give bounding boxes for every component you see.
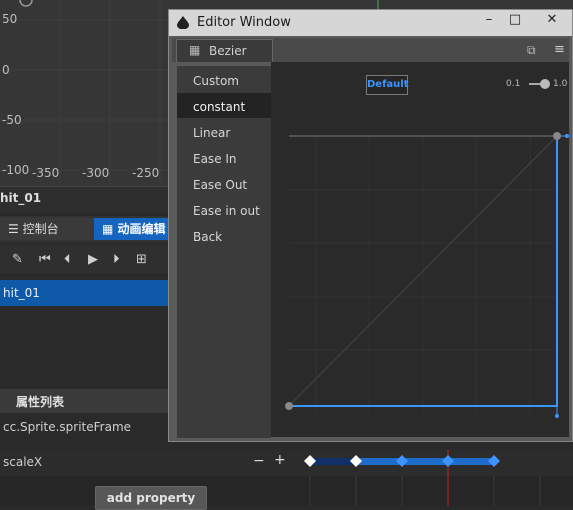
popout-icon[interactable]: ⧉	[527, 43, 536, 58]
control-point[interactable]	[555, 414, 559, 418]
timeline[interactable]	[302, 450, 573, 506]
keyframe-segment	[310, 458, 356, 465]
zoom-min-label: 0.1	[506, 79, 521, 89]
menu-item-constant[interactable]: constant	[193, 100, 245, 114]
keyframe-diamond[interactable]	[350, 455, 362, 467]
tab-bezier-label: Bezier	[209, 44, 247, 58]
y-tick: -50	[2, 113, 22, 127]
tab-console[interactable]: ☰ 控制台	[0, 218, 94, 240]
y-tick: -100	[2, 163, 30, 177]
zoom-slider[interactable]	[527, 78, 551, 90]
keyframe-diamond[interactable]	[396, 455, 408, 467]
play-icon[interactable]: ▶	[88, 252, 98, 267]
tab-animation-label: 动画编辑	[117, 222, 166, 236]
x-tick: -300	[82, 166, 110, 180]
zoom-max-label: 1.0	[553, 79, 568, 89]
add-event-icon[interactable]: ⊞	[136, 252, 147, 267]
curve-preset-menu	[177, 66, 271, 438]
keyframe-diamond[interactable]	[488, 455, 500, 467]
next-frame-icon[interactable]: ⏵	[113, 252, 120, 267]
add-property-button[interactable]: add property	[95, 486, 207, 510]
menu-item-back[interactable]: Back	[193, 230, 222, 244]
default-button[interactable]: Default	[366, 75, 409, 95]
property-item[interactable]: cc.Sprite.spriteFrame	[3, 420, 131, 434]
menu-icon[interactable]: ≡	[554, 42, 565, 57]
y-tick: 50	[2, 12, 18, 26]
control-point[interactable]	[565, 134, 569, 138]
edit-icon[interactable]: ✎	[12, 252, 23, 267]
properties-header-label: 属性列表	[16, 395, 65, 409]
clip-title: hit_01	[0, 191, 42, 205]
property-item[interactable]: scaleX	[3, 455, 42, 469]
keyframe-diamond[interactable]	[304, 455, 316, 467]
editor-window[interactable]: Editor Window – □ ✕ ▦ Bezier ⧉ ≡ Custom …	[168, 9, 573, 442]
start-point[interactable]	[285, 402, 293, 410]
remove-property-button[interactable]: −	[253, 453, 265, 469]
keyframe-diamond[interactable]	[442, 455, 454, 467]
bezier-curve-canvas[interactable]	[271, 62, 569, 437]
end-point[interactable]	[553, 132, 561, 140]
menu-item-ease-in-out[interactable]: Ease in out	[193, 204, 260, 218]
menu-item-ease-in[interactable]: Ease In	[193, 152, 237, 166]
film-icon: ▦	[189, 43, 201, 57]
close-button[interactable]: ✕	[539, 11, 565, 29]
first-frame-icon[interactable]: ⏮	[39, 252, 51, 267]
keyframe-segment	[356, 458, 494, 465]
bezier-curve-panel[interactable]	[271, 62, 569, 437]
x-tick: -250	[132, 166, 160, 180]
clip-list-item-label: hit_01	[3, 286, 40, 300]
maximize-button[interactable]: □	[502, 11, 528, 29]
prev-frame-icon[interactable]: ⏴	[64, 252, 71, 267]
y-tick: 0	[2, 63, 10, 77]
film-icon: ▦	[102, 222, 114, 236]
menu-item-ease-out[interactable]: Ease Out	[193, 178, 247, 192]
x-tick: -350	[32, 166, 60, 180]
add-keyframe-button[interactable]: +	[274, 452, 286, 468]
console-icon: ☰	[8, 222, 19, 236]
editor-window-title: Editor Window	[197, 15, 291, 30]
menu-item-custom[interactable]: Custom	[193, 74, 239, 88]
tab-console-label: 控制台	[22, 222, 59, 236]
menu-item-linear[interactable]: Linear	[193, 126, 230, 140]
minimize-button[interactable]: –	[476, 11, 502, 29]
app-logo-icon	[177, 16, 189, 29]
